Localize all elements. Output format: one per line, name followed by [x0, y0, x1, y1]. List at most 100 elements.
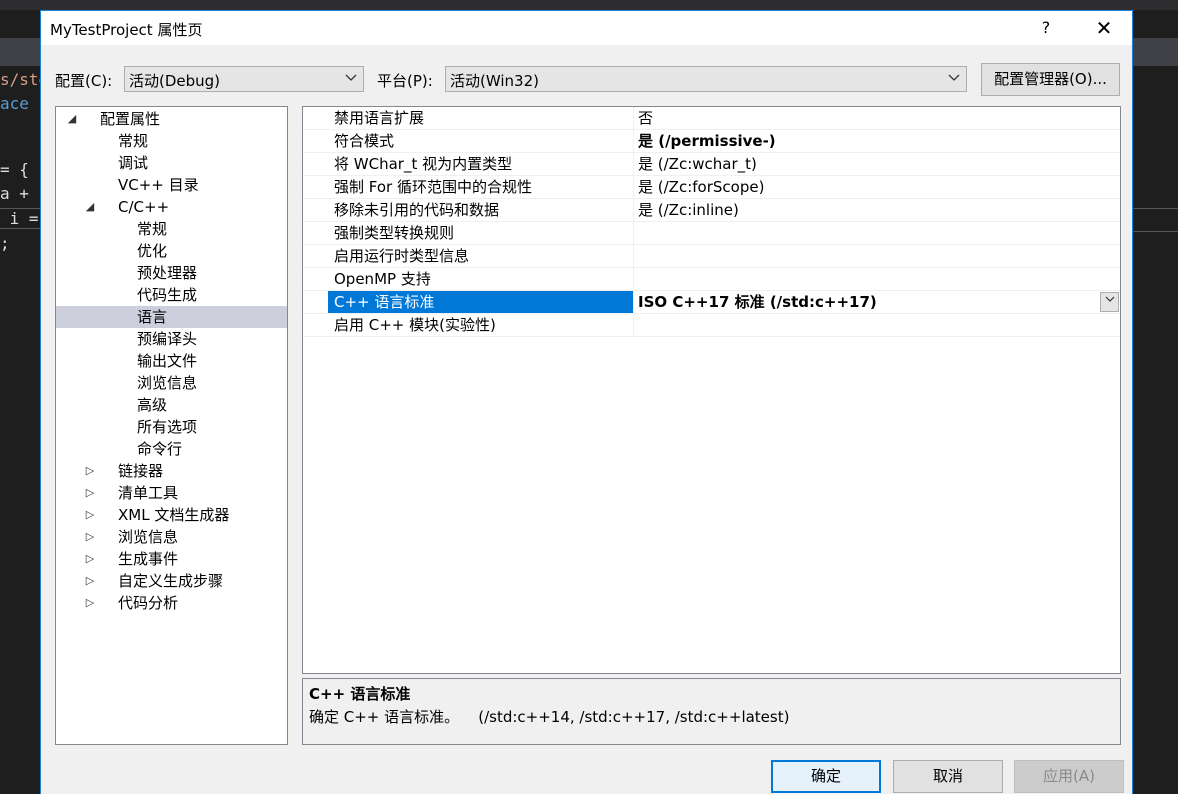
property-value[interactable]: 是 (/Zc:wchar_t): [633, 153, 1120, 175]
platform-select-value: 活动(Win32): [450, 72, 539, 90]
tree-item[interactable]: ▷ XML 文档生成器: [56, 504, 287, 526]
tree-item[interactable]: ▷ 代码分析: [56, 592, 287, 614]
tree-item[interactable]: 代码生成: [56, 284, 287, 306]
tree-item[interactable]: 浏览信息: [56, 372, 287, 394]
description-text: 确定 C++ 语言标准。 (/std:c++14, /std:c++17, /s…: [309, 708, 790, 726]
tree-item[interactable]: 常规: [56, 218, 287, 240]
tree-item[interactable]: ▷ 浏览信息: [56, 526, 287, 548]
tree-item[interactable]: ▷ 生成事件: [56, 548, 287, 570]
editor-top-bar: [0, 0, 1178, 10]
current-line-highlight: [1133, 208, 1178, 232]
cancel-button[interactable]: 取消: [893, 760, 1003, 793]
tree-item[interactable]: ▷ 清单工具: [56, 482, 287, 504]
property-row[interactable]: 禁用语言扩展 否: [303, 107, 1120, 130]
tree-item-label: C/C++: [118, 198, 170, 216]
property-value[interactable]: [633, 314, 1120, 336]
apply-button[interactable]: 应用(A): [1014, 760, 1124, 793]
property-name: 强制 For 循环范围中的合规性: [334, 178, 532, 196]
expanded-arrow-icon[interactable]: ◢: [83, 196, 97, 218]
collapsed-arrow-icon[interactable]: ▷: [83, 526, 97, 548]
tree-item-label: 链接器: [118, 462, 164, 480]
property-value[interactable]: 是 (/Zc:forScope): [633, 176, 1120, 198]
collapsed-arrow-icon[interactable]: ▷: [83, 548, 97, 570]
tree-item[interactable]: 命令行: [56, 438, 287, 460]
collapsed-arrow-icon[interactable]: ▷: [83, 460, 97, 482]
chevron-down-icon: [345, 71, 357, 88]
property-row[interactable]: 移除未引用的代码和数据 是 (/Zc:inline): [303, 199, 1120, 222]
config-label: 配置(C):: [55, 72, 113, 90]
property-value[interactable]: 是 (/Zc:inline): [633, 199, 1120, 221]
tree-item-label: 自定义生成步骤: [118, 572, 224, 590]
config-manager-button[interactable]: 配置管理器(O)...: [981, 63, 1120, 96]
property-name: 符合模式: [334, 132, 395, 150]
property-row[interactable]: 符合模式 是 (/permissive-): [303, 130, 1120, 153]
tree-item-label: 浏览信息: [118, 528, 179, 546]
description-title: C++ 语言标准: [309, 685, 411, 703]
code-line-current: i =: [0, 208, 40, 229]
property-pages-dialog: MyTestProject 属性页 ? ✕ 配置(C): 活动(Debug) 平…: [40, 10, 1133, 794]
property-row[interactable]: 将 WChar_t 视为内置类型 是 (/Zc:wchar_t): [303, 153, 1120, 176]
tree-item-label: 清单工具: [118, 484, 179, 502]
property-value[interactable]: [633, 245, 1120, 267]
code-line: ;: [0, 234, 10, 253]
property-name: OpenMP 支持: [334, 270, 431, 288]
property-name: 将 WChar_t 视为内置类型: [334, 155, 513, 173]
tree-item[interactable]: 所有选项: [56, 416, 287, 438]
tree-item[interactable]: ▷ 链接器: [56, 460, 287, 482]
tree-item[interactable]: 预处理器: [56, 262, 287, 284]
config-select[interactable]: 活动(Debug): [124, 66, 364, 92]
tree-item-label: 命令行: [137, 440, 183, 458]
value-dropdown-button[interactable]: [1100, 292, 1119, 312]
tree-item-label: VC++ 目录: [118, 176, 199, 194]
tree-item[interactable]: 优化: [56, 240, 287, 262]
property-name: 强制类型转换规则: [334, 224, 455, 242]
tree-item-label: 预编译头: [137, 330, 198, 348]
tree-item[interactable]: 调试: [56, 152, 287, 174]
description-panel: C++ 语言标准 确定 C++ 语言标准。 (/std:c++14, /std:…: [302, 678, 1121, 745]
property-value[interactable]: [633, 222, 1120, 244]
property-row[interactable]: 启用 C++ 模块(实验性): [303, 314, 1120, 337]
tree-item-label: 调试: [118, 154, 149, 172]
property-name: 移除未引用的代码和数据: [334, 201, 500, 219]
tree-item[interactable]: 输出文件: [56, 350, 287, 372]
collapsed-arrow-icon[interactable]: ▷: [83, 570, 97, 592]
tree-item-label: XML 文档生成器: [118, 506, 230, 524]
property-row[interactable]: C++ 语言标准 ISO C++17 标准 (/std:c++17): [303, 291, 1120, 314]
property-row[interactable]: 强制类型转换规则: [303, 222, 1120, 245]
tree-item[interactable]: 语言: [56, 306, 287, 328]
collapsed-arrow-icon[interactable]: ▷: [83, 592, 97, 614]
tree-item[interactable]: 高级: [56, 394, 287, 416]
property-name: 禁用语言扩展: [334, 109, 425, 127]
expanded-arrow-icon[interactable]: ◢: [65, 108, 79, 130]
property-row[interactable]: 启用运行时类型信息: [303, 245, 1120, 268]
tree-item-label: 配置属性: [100, 110, 161, 128]
dialog-title-bar: MyTestProject 属性页 ? ✕: [41, 11, 1132, 45]
property-value[interactable]: [633, 268, 1120, 290]
tree-item[interactable]: ◢ C/C++: [56, 196, 287, 218]
help-button[interactable]: ?: [1031, 11, 1061, 45]
property-value[interactable]: 否: [633, 107, 1120, 129]
tree-item-label: 常规: [137, 220, 168, 238]
chevron-down-icon: [1105, 296, 1114, 302]
property-value[interactable]: 是 (/permissive-): [633, 130, 1120, 152]
tree-item-label: 优化: [137, 242, 168, 260]
property-row[interactable]: OpenMP 支持: [303, 268, 1120, 291]
close-button[interactable]: ✕: [1084, 11, 1124, 45]
tree-item-label: 所有选项: [137, 418, 198, 436]
tree-item[interactable]: ◢ 配置属性: [56, 108, 287, 130]
tree-item[interactable]: 常规: [56, 130, 287, 152]
collapsed-arrow-icon[interactable]: ▷: [83, 482, 97, 504]
collapsed-arrow-icon[interactable]: ▷: [83, 504, 97, 526]
platform-select[interactable]: 活动(Win32): [445, 66, 967, 92]
chevron-down-icon: [948, 71, 960, 88]
platform-label: 平台(P):: [377, 72, 433, 90]
tree-item-label: 输出文件: [137, 352, 198, 370]
ok-button[interactable]: 确定: [771, 760, 881, 793]
property-value[interactable]: ISO C++17 标准 (/std:c++17): [633, 291, 1120, 313]
property-row[interactable]: 强制 For 循环范围中的合规性 是 (/Zc:forScope): [303, 176, 1120, 199]
tree-item[interactable]: VC++ 目录: [56, 174, 287, 196]
tree-item[interactable]: 预编译头: [56, 328, 287, 350]
tree-item-label: 代码分析: [118, 594, 179, 612]
tree-item[interactable]: ▷ 自定义生成步骤: [56, 570, 287, 592]
property-grid: 禁用语言扩展否符合模式是 (/permissive-) 将 WChar_t 视为内…: [302, 106, 1121, 674]
